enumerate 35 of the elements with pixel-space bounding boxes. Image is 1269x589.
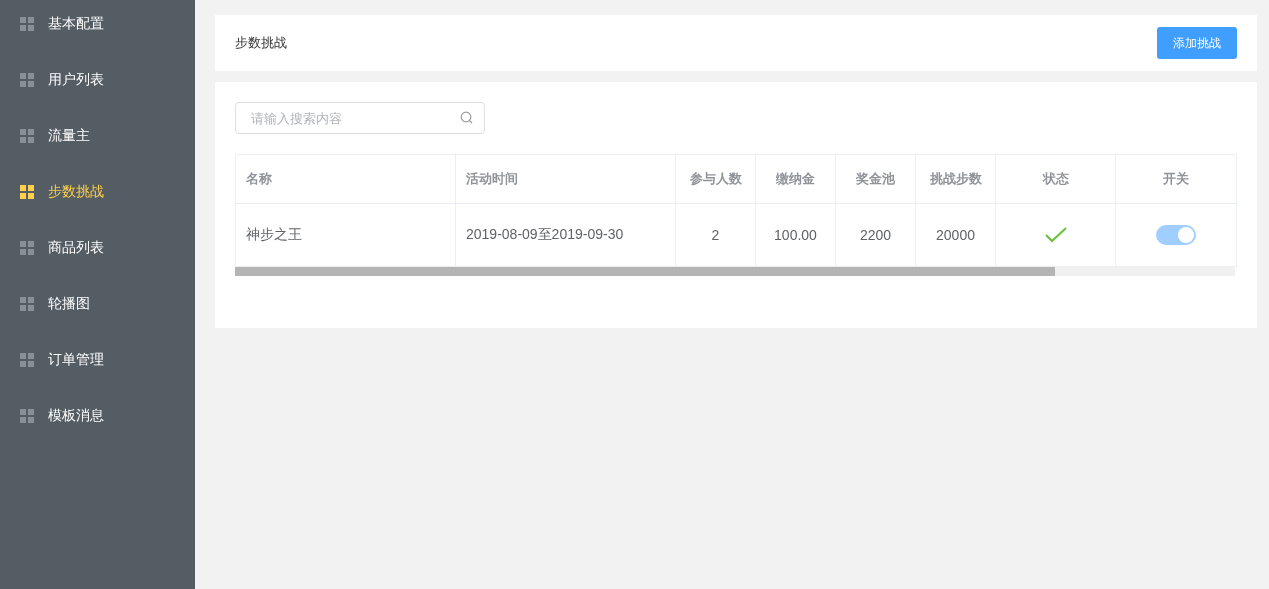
grid-icon [20, 241, 34, 255]
column-header: 参与人数 [676, 155, 756, 203]
grid-icon [20, 185, 34, 199]
search-field[interactable]: 请输入搜索内容 [235, 102, 485, 134]
grid-icon [20, 73, 34, 87]
column-header: 名称 [236, 155, 456, 203]
column-header: 开关 [1162, 170, 1190, 188]
table-cell: 2200 [836, 204, 916, 266]
sidebar-item[interactable]: 模板消息 [0, 388, 195, 444]
sidebar-item[interactable]: 订单管理 [0, 332, 195, 388]
sidebar-item[interactable]: 流量主 [0, 108, 195, 164]
column-header: 活动时间 [456, 155, 676, 203]
table-cell: 神步之王 [236, 204, 456, 266]
sidebar-item[interactable]: 步数挑战 [0, 164, 195, 220]
grid-icon [20, 129, 34, 143]
sidebar-item[interactable]: 基本配置 [0, 0, 195, 52]
table-cell: 100.00 [756, 204, 836, 266]
table-cell: 2019-08-09至2019-09-30 [456, 204, 676, 266]
grid-icon [20, 353, 34, 367]
sidebar-item[interactable]: 商品列表 [0, 220, 195, 276]
table-cell: 20000 [916, 204, 996, 266]
toggle-switch[interactable] [1156, 225, 1196, 245]
scrollbar[interactable] [235, 267, 1235, 276]
search-icon[interactable] [460, 111, 473, 124]
column-header: 状态 [996, 155, 1116, 203]
page-title: 步数挑战 [235, 34, 287, 52]
sidebar-item[interactable]: 用户列表 [0, 52, 195, 108]
sidebar-item[interactable]: 轮播图 [0, 276, 195, 332]
table-cell: 2 [676, 204, 756, 266]
column-header: 缴纳金 [756, 155, 836, 203]
column-header: 挑战步数 [916, 155, 996, 203]
grid-icon [20, 17, 34, 31]
grid-icon [20, 409, 34, 423]
grid-icon [20, 297, 34, 311]
column-header: 奖金池 [836, 155, 916, 203]
